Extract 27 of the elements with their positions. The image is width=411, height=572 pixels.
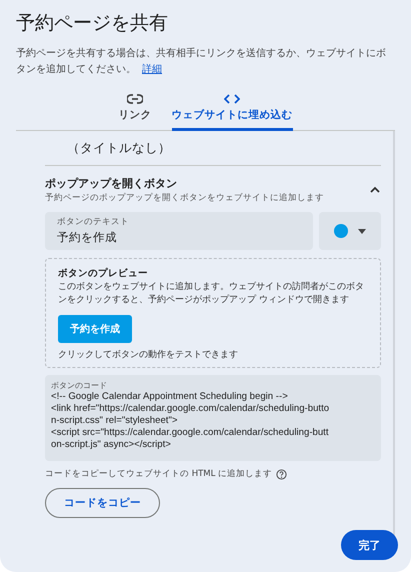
code-line: n-script.css" rel="stylesheet"> xyxy=(51,415,178,427)
code-line: <link href="https://calendar.google.com/calendar/scheduling-butto xyxy=(51,403,330,415)
dialog-title: 予約ページを共有 xyxy=(15,11,169,36)
preview-hint: クリックしてボタンの動作をテストできます xyxy=(58,349,239,361)
code-icon xyxy=(224,94,240,104)
code-line: <script src="https://calendar.google.com/calendar/scheduling-butt xyxy=(51,427,330,439)
code-label: ボタンのコード xyxy=(51,380,108,391)
tab[interactable]: リンク xyxy=(118,94,152,131)
preview-description: このボタンをウェブサイトに追加します。ウェブサイトの訪問者がこのボタンをクリックすると、予約ページがポップアップ ウィンドウで開きます xyxy=(58,281,365,307)
section-title: ポップアップを開くボタン xyxy=(45,176,178,191)
done-button[interactable]: 完了 xyxy=(341,530,398,560)
link-icon xyxy=(127,94,143,104)
button-text-field[interactable]: ボタンのテキスト 予約を作成 xyxy=(45,212,313,250)
preview-button[interactable]: 予約を作成 xyxy=(58,315,132,343)
page-title: （タイトルなし） xyxy=(45,131,381,166)
learn-more-link[interactable]: 詳細 xyxy=(142,64,162,75)
section-subtitle: 予約ページのポップアップを開くボタンをウェブサイトに追加します xyxy=(45,192,324,204)
preview-title: ボタンのプレビュー xyxy=(58,267,149,280)
code-line: on-script.js" async></script> xyxy=(51,439,172,451)
tab[interactable]: ウェブサイトに埋め込む xyxy=(172,94,292,131)
color-picker[interactable] xyxy=(319,212,381,250)
copy-code-button[interactable]: コードをコピー xyxy=(45,488,160,518)
dropdown-icon xyxy=(358,228,366,234)
help-icon[interactable] xyxy=(276,468,288,480)
code-line: <!-- Google Calendar Appointment Scheduling begin --> xyxy=(51,391,289,403)
dialog-description: 予約ページを共有する場合は、共有相手にリンクを送信するか、ウェブサイトにボタンを追加してください。 詳細 xyxy=(16,46,387,77)
copy-hint: コードをコピーしてウェブサイトの HTML に追加します xyxy=(45,468,272,480)
